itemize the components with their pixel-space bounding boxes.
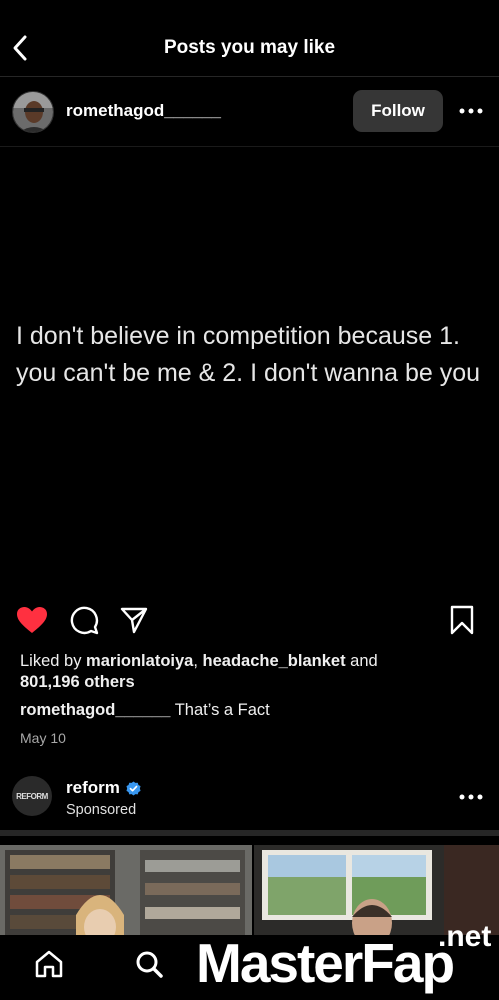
bookmark-icon (450, 605, 474, 635)
likes-separator: , (193, 652, 203, 670)
avatar-image (13, 92, 53, 132)
like-button[interactable] (16, 604, 48, 636)
watermark-brand: MasterFap (196, 932, 455, 994)
caption-text: That’s a Fact (174, 701, 270, 719)
more-horizontal-icon (459, 108, 483, 114)
search-icon (136, 951, 163, 978)
save-button[interactable] (446, 604, 478, 636)
post-actions (0, 600, 499, 640)
ad-logo[interactable]: REFORM (12, 776, 52, 816)
watermark: MasterFap .net (196, 920, 499, 1000)
home-icon (35, 950, 63, 978)
follow-button[interactable]: Follow (353, 90, 443, 132)
likes-summary[interactable]: Liked by marionlatoiya, headache_blanket… (20, 651, 490, 693)
divider (0, 76, 499, 77)
video-frame-left (0, 845, 252, 935)
post-username[interactable]: romethagod______ (66, 101, 221, 121)
post-more-button[interactable] (456, 96, 486, 126)
nav-home[interactable] (32, 947, 66, 981)
divider (0, 146, 499, 147)
post-caption: romethagod______ That’s a Fact (20, 701, 490, 720)
divider (0, 830, 499, 836)
ad-video[interactable] (0, 845, 499, 935)
liked-by-user[interactable]: headache_blanket (203, 652, 346, 670)
liked-by-user[interactable]: marionlatoiya (86, 652, 193, 670)
avatar[interactable] (12, 91, 54, 133)
post-header: romethagod______ Follow (0, 86, 499, 138)
comment-button[interactable] (68, 604, 100, 636)
page-title: Posts you may like (163, 37, 336, 58)
post-date: May 10 (20, 730, 66, 746)
top-bar: Posts you may like (0, 0, 499, 78)
ad-header: REFORM reform Sponsored (0, 768, 499, 826)
more-horizontal-icon (459, 794, 483, 800)
comment-icon (70, 606, 99, 635)
nav-search[interactable] (132, 947, 166, 981)
watermark-suffix: .net (438, 920, 492, 953)
post-image[interactable]: I don't believe in competition because 1… (0, 156, 499, 596)
likes-others-count[interactable]: 801,196 others (20, 673, 135, 691)
caption-username[interactable]: romethagod______ (20, 701, 170, 719)
ad-name: reform (66, 778, 120, 797)
send-icon (120, 607, 148, 634)
sponsored-label: Sponsored (66, 802, 137, 818)
share-button[interactable] (118, 604, 150, 636)
likes-prefix: Liked by (20, 652, 87, 670)
ad-account[interactable]: reform (66, 778, 141, 798)
likes-and: and (345, 652, 378, 670)
ad-more-button[interactable] (456, 782, 486, 812)
post-image-text: I don't believe in competition because 1… (16, 322, 481, 387)
verified-badge-icon (126, 780, 141, 796)
heart-icon (17, 607, 47, 633)
